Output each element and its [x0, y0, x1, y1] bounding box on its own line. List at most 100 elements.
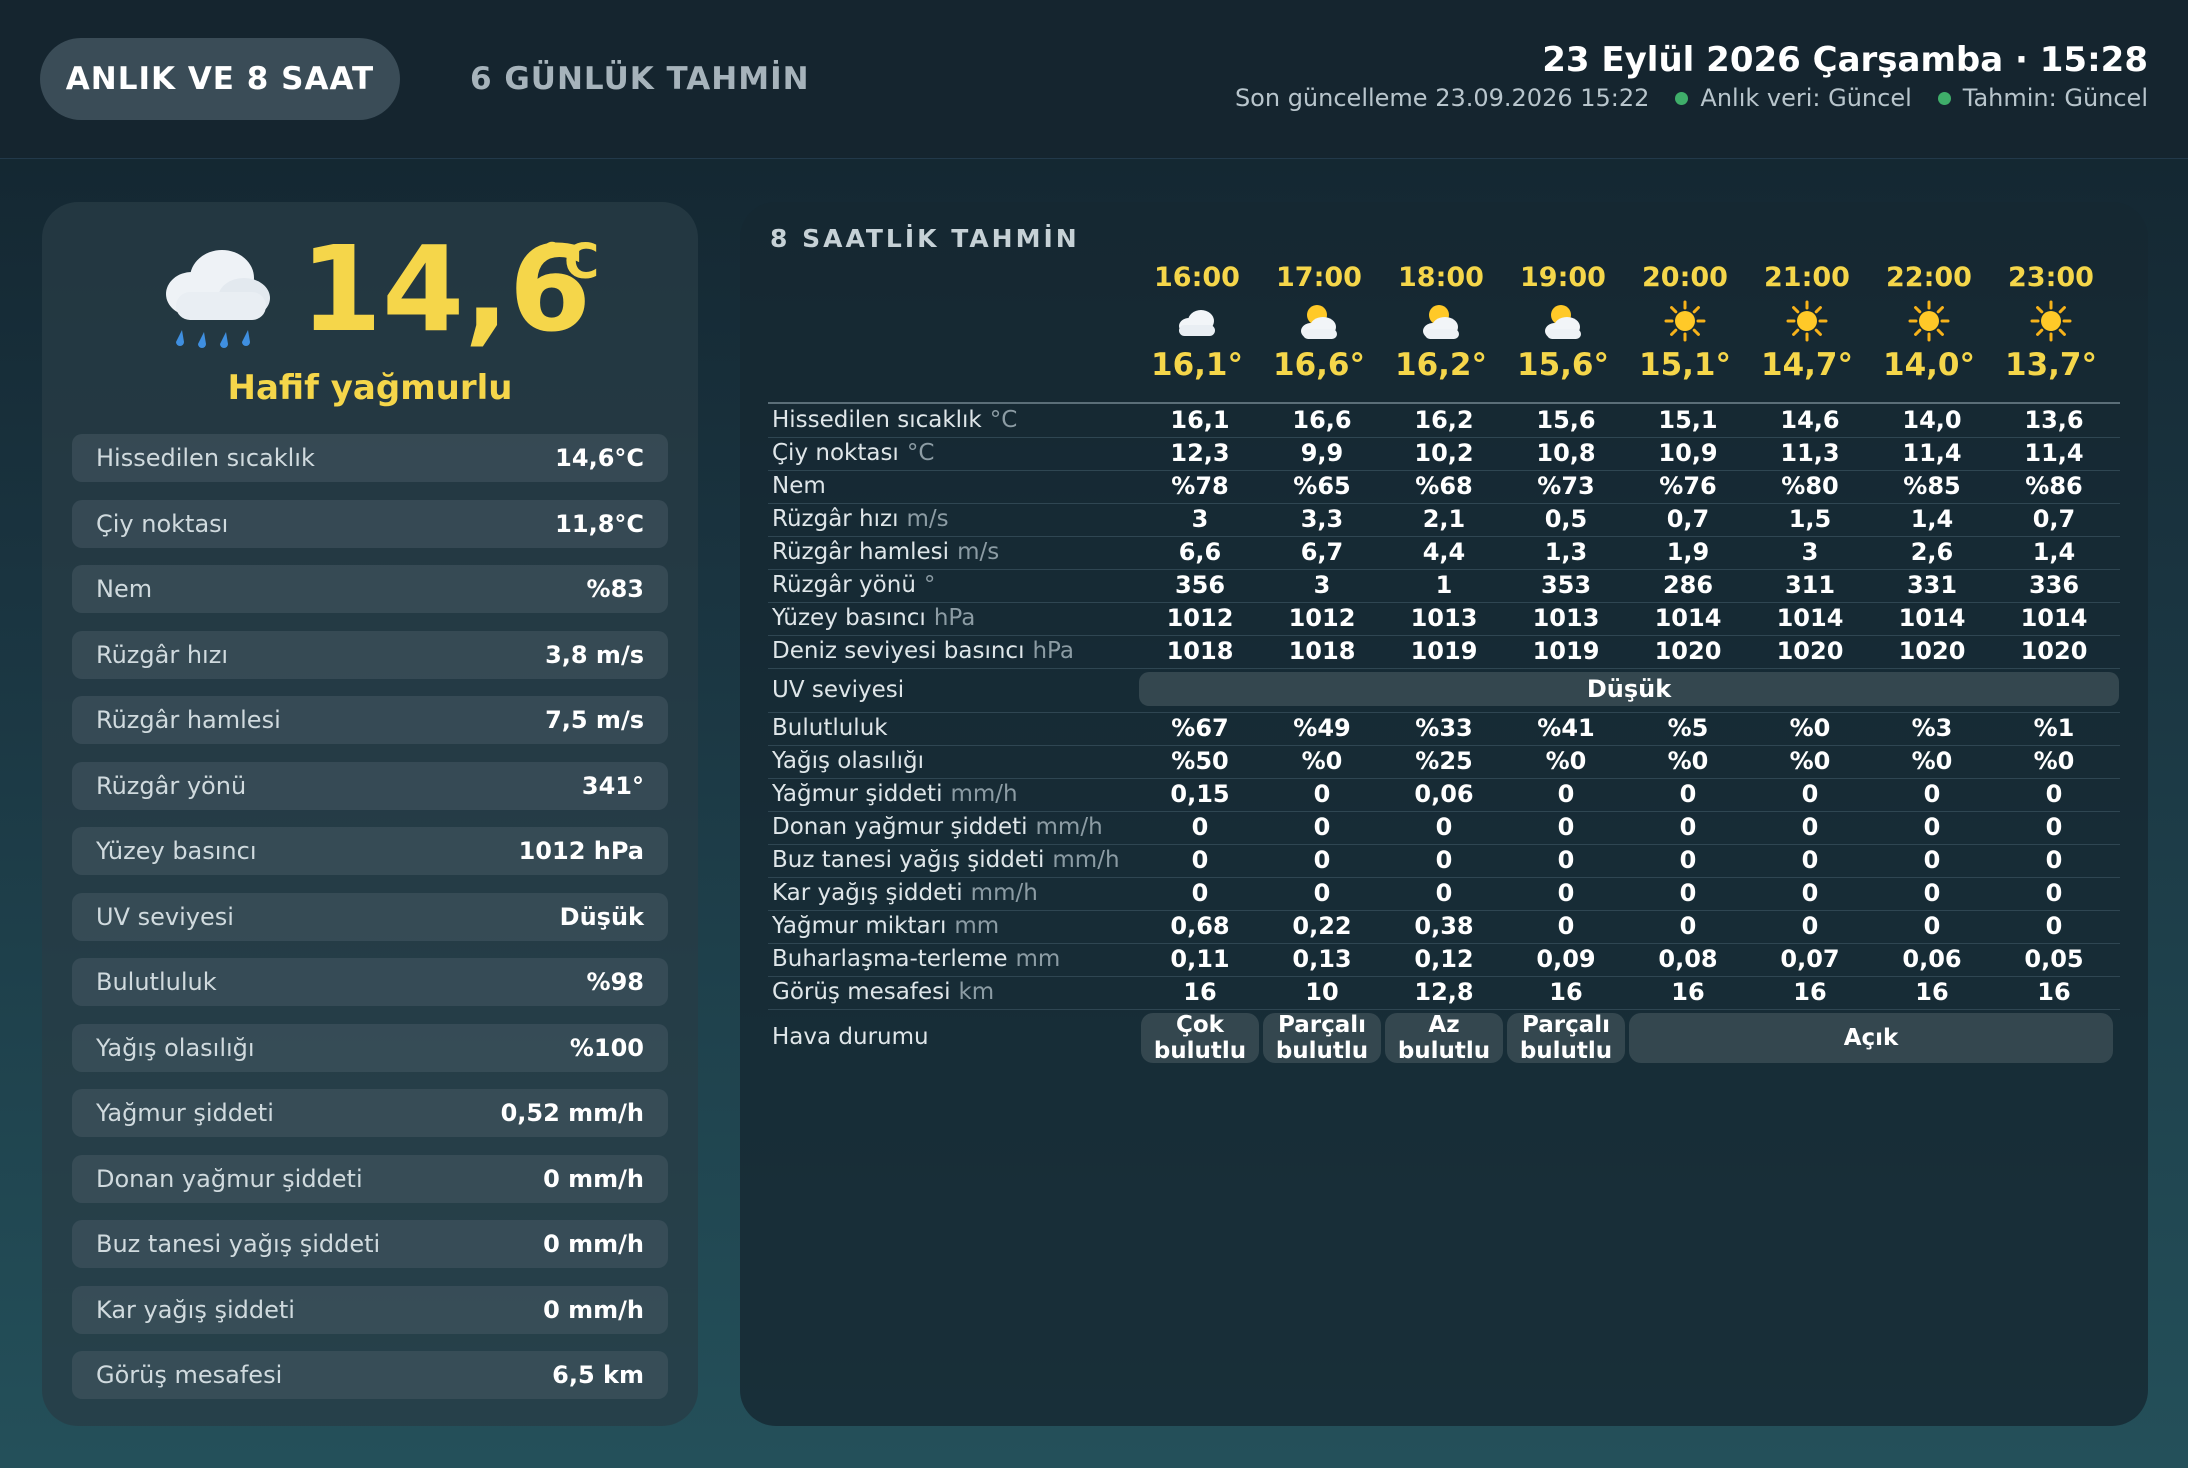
row-label: Rüzgâr hamlesi m/s — [772, 536, 999, 569]
metric-row-buz-tanesi-yagis-siddeti: Buz tanesi yağış şiddeti 0 mm/h — [72, 1220, 668, 1268]
metric-value: 341° — [581, 771, 644, 800]
metric-row-bulutluluk: Bulutluluk %98 — [72, 958, 668, 1006]
forecast-cell: 0,7 — [2032, 505, 2076, 533]
row-label-text: Rüzgâr hamlesi — [772, 539, 950, 565]
row-label-text: UV seviyesi — [772, 677, 905, 703]
forecast-cell: %0 — [1789, 714, 1831, 742]
forecast-cell: 3 — [1801, 538, 1819, 566]
forecast-cell: 16,1 — [1170, 406, 1230, 434]
forecast-cell: 10,2 — [1414, 439, 1474, 467]
temperature-unit: °C — [540, 234, 600, 290]
metric-row-ruzgar-hizi: Rüzgâr hızı 3,8 m/s — [72, 630, 668, 679]
row-label-text: Nem — [772, 473, 826, 499]
hour-temperature: 13,7° — [2005, 347, 2097, 383]
metric-value: 0 mm/h — [543, 1295, 644, 1324]
forecast-cell: 16 — [1793, 978, 1827, 1006]
forecast-cell: 336 — [2028, 571, 2080, 599]
forecast-cell: 12,8 — [1414, 978, 1474, 1006]
metric-value: %100 — [569, 1033, 644, 1062]
forecast-cell: 0 — [2045, 813, 2063, 841]
hour-time: 20:00 — [1642, 262, 1728, 293]
forecast-cell: 6,6 — [1178, 538, 1222, 566]
status-dot-icon — [1675, 91, 1689, 105]
hour-temperature: 16,2° — [1395, 347, 1487, 383]
hour-temperature: 15,1° — [1639, 347, 1731, 383]
tab-6-day-forecast[interactable]: 6 GÜNLÜK TAHMİN — [470, 38, 810, 120]
metric-label: Rüzgâr hamlesi — [96, 706, 281, 734]
forecast-cell: 4,4 — [1422, 538, 1466, 566]
forecast-cell: 0 — [1191, 813, 1209, 841]
row-label: Görüş mesafesi km — [772, 976, 994, 1009]
row-label: Buz tanesi yağış şiddeti mm/h — [772, 844, 1120, 877]
metric-row-ruzgar-hamlesi: Rüzgâr hamlesi 7,5 m/s — [72, 696, 668, 744]
forecast-cell: %0 — [1545, 747, 1587, 775]
forecast-cell: 10,8 — [1536, 439, 1596, 467]
forecast-cell: 0 — [1557, 879, 1575, 907]
forecast-row-ciy-noktasi: Çiy noktası °C 12,3 9,9 10,2 10,8 10,9 11,3 11,4… — [768, 437, 2120, 471]
forecast-cell: 16,6 — [1292, 406, 1352, 434]
weather-condition-pill: Az bulutlu — [1385, 1012, 1503, 1064]
row-unit: °C — [906, 440, 935, 466]
forecast-cell: 10 — [1305, 978, 1339, 1006]
forecast-cell: 0 — [1679, 780, 1697, 808]
hour-column: 18:00 16,2° — [1380, 262, 1502, 383]
metric-row-hissedilen-sicaklik: Hissedilen sıcaklık 14,6°C — [72, 434, 668, 482]
hour-column: 16:00 16,1° — [1136, 262, 1258, 383]
metric-label: Rüzgâr hızı — [96, 640, 228, 669]
current-metrics-list: Hissedilen sıcaklık 14,6°C Çiy noktası 11,8… — [72, 434, 668, 1417]
forecast-cell: 0 — [1679, 846, 1697, 874]
forecast-cell: 0 — [1435, 879, 1453, 907]
metric-label: Hissedilen sıcaklık — [96, 444, 315, 472]
forecast-row-ruzgar-hamlesi: Rüzgâr hamlesi m/s 6,6 6,7 4,4 1,3 1,9 3 2,6 1,4 — [768, 536, 2120, 570]
sun-icon — [1868, 299, 1990, 343]
forecast-cell: 0 — [1313, 879, 1331, 907]
row-label: Hissedilen sıcaklık °C — [772, 404, 1017, 437]
metric-value: %83 — [586, 575, 644, 603]
forecast-cell: 356 — [1174, 571, 1226, 599]
forecast-cell: 0 — [1313, 813, 1331, 841]
forecast-cell: 0,68 — [1170, 912, 1230, 940]
metric-row-ciy-noktasi: Çiy noktası 11,8°C — [72, 499, 668, 548]
hour-time: 21:00 — [1764, 262, 1850, 293]
forecast-cell: 1020 — [1776, 637, 1844, 665]
forecast-cell: 0 — [1557, 846, 1575, 874]
forecast-cell: %67 — [1171, 714, 1229, 742]
metric-row-gorus-mesafesi: Görüş mesafesi 6,5 km — [72, 1351, 668, 1399]
row-label-text: Rüzgâr yönü — [772, 572, 916, 598]
forecast-cell: 16 — [1671, 978, 1705, 1006]
forecast-cell: 11,4 — [2024, 439, 2084, 467]
forecast-cell: 0,7 — [1666, 505, 1710, 533]
forecast-cell: 2,1 — [1422, 505, 1466, 533]
forecast-cell: 0 — [1923, 879, 1941, 907]
forecast-cell: 0 — [2045, 912, 2063, 940]
forecast-cell: 0 — [1801, 813, 1819, 841]
sun-icon — [1990, 299, 2112, 343]
forecast-cell: 1,5 — [1788, 505, 1832, 533]
metric-row-uv-seviyesi: UV seviyesi Düşük — [72, 892, 668, 941]
forecast-cell: 11,4 — [1902, 439, 1962, 467]
forecast-cell: 0,15 — [1170, 780, 1230, 808]
forecast-cell: 9,9 — [1300, 439, 1344, 467]
forecast-row-buharlasma-terleme: Buharlaşma-terleme mm 0,11 0,13 0,12 0,09 0,08… — [768, 943, 2120, 977]
forecast-cell: %73 — [1537, 472, 1595, 500]
forecast-cell: %0 — [1667, 747, 1709, 775]
metric-label: Yağmur şiddeti — [96, 1099, 274, 1127]
forecast-cell: %1 — [2033, 714, 2075, 742]
row-label: Yağış olasılığı — [772, 745, 924, 778]
forecast-cell: 0 — [2045, 879, 2063, 907]
forecast-cell: 11,3 — [1780, 439, 1840, 467]
row-label-text: Buz tanesi yağış şiddeti — [772, 847, 1045, 873]
forecast-cell: 0 — [1557, 813, 1575, 841]
tab-now-8h[interactable]: ANLIK VE 8 SAAT — [40, 38, 400, 120]
metric-value: 1012 hPa — [518, 837, 644, 865]
forecast-cell: %65 — [1293, 472, 1351, 500]
forecast-cell: 1018 — [1166, 637, 1234, 665]
sun-icon — [1746, 299, 1868, 343]
row-unit: mm/h — [970, 880, 1038, 906]
forecast-cell: 16 — [1549, 978, 1583, 1006]
forecast-cell: 3 — [1313, 571, 1331, 599]
metric-value: 0 mm/h — [543, 1164, 644, 1193]
row-unit: mm — [954, 913, 1000, 939]
weather-condition-pill: Parçalı bulutlu — [1263, 1012, 1381, 1064]
forecast-cell: %0 — [1911, 747, 1953, 775]
